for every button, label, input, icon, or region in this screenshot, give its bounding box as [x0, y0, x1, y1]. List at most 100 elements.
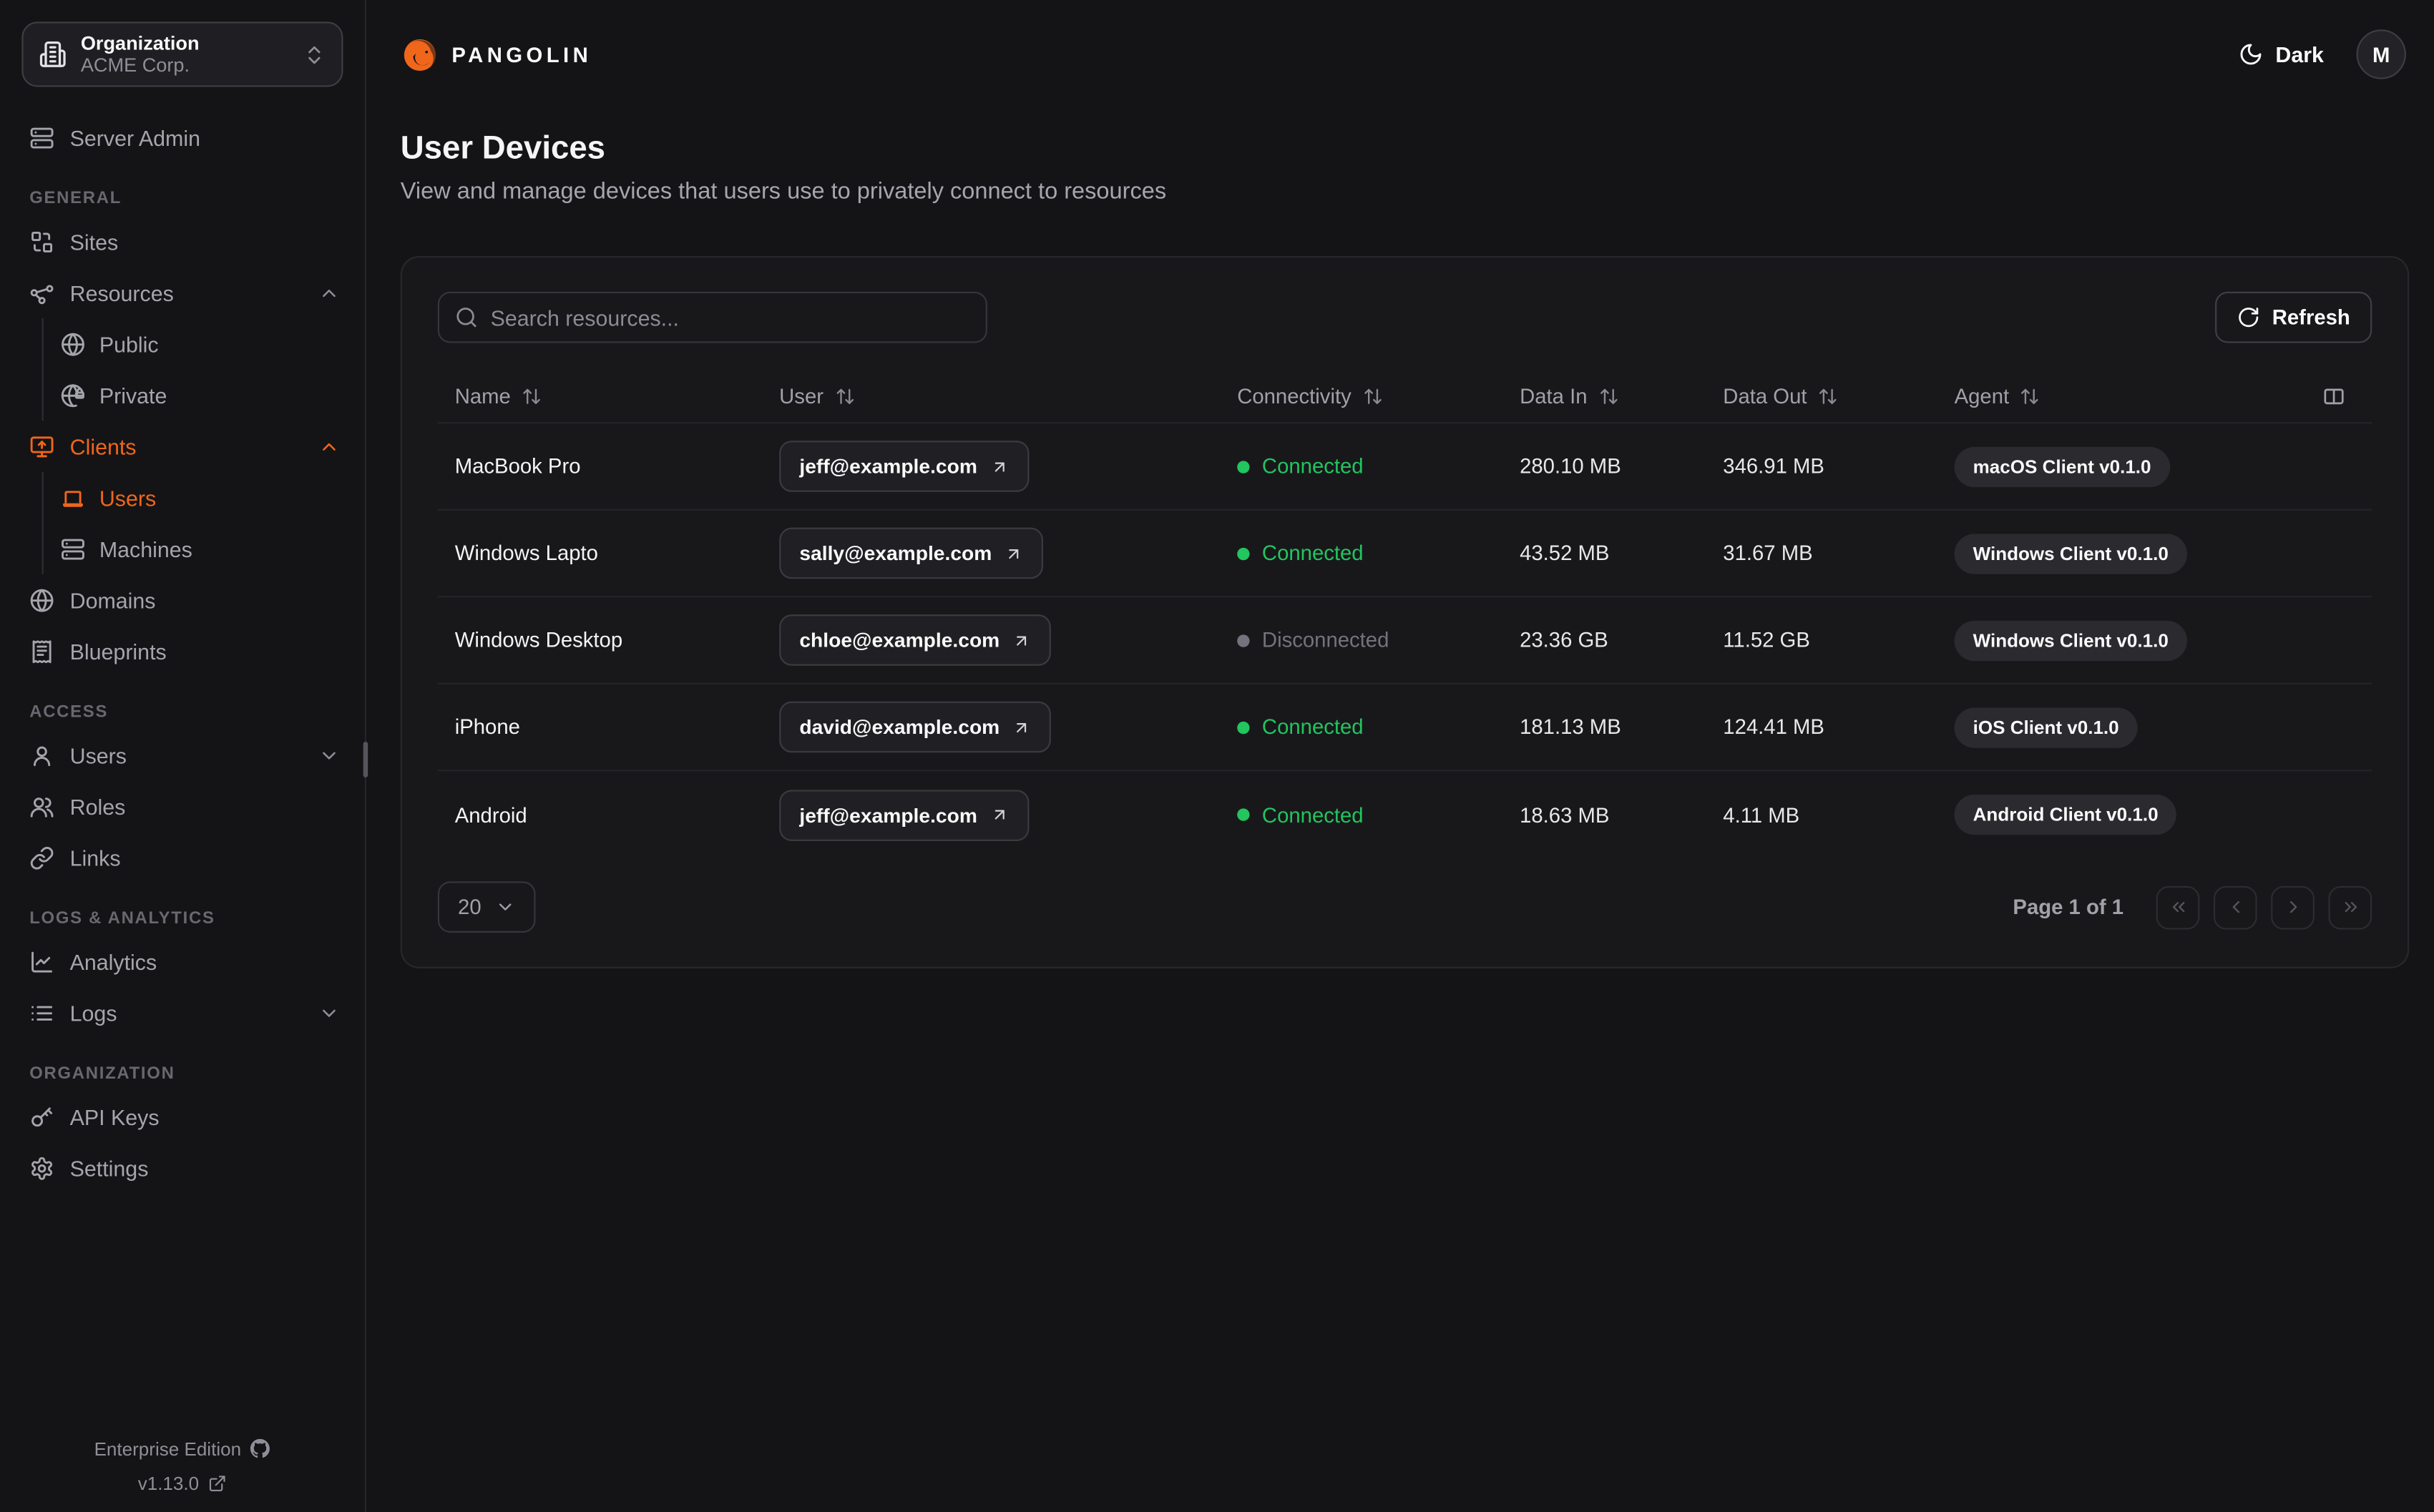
chevron-down-icon — [495, 897, 515, 917]
sidebar-item-label: Public — [99, 331, 159, 356]
sort-icon — [1598, 386, 1618, 406]
user-link-button[interactable]: sally@example.com — [779, 527, 1043, 579]
app-root: Organization ACME Corp. Server Admin GEN… — [0, 0, 2434, 1512]
sidebar-item-analytics[interactable]: Analytics — [29, 936, 340, 987]
status-dot — [1237, 634, 1250, 647]
avatar[interactable]: M — [2356, 29, 2406, 79]
status-dot — [1237, 460, 1250, 473]
building-icon — [39, 40, 67, 68]
column-header-data-out[interactable]: Data Out — [1706, 384, 1937, 408]
sidebar-item-links[interactable]: Links — [29, 832, 340, 883]
resources-subgroup: Public Private — [41, 318, 341, 421]
column-visibility-button[interactable] — [2315, 384, 2372, 408]
sidebar-item-label: Settings — [69, 1155, 149, 1181]
sidebar-item-domains[interactable]: Domains — [29, 574, 340, 626]
sidebar-item-roles[interactable]: Roles — [29, 780, 340, 832]
org-selector-label: Organization — [80, 31, 200, 54]
globe-lock-icon — [61, 383, 86, 408]
sidebar-item-resources[interactable]: Resources — [29, 267, 340, 318]
page-info: Page 1 of 1 — [2013, 895, 2124, 919]
search-input[interactable] — [490, 305, 971, 330]
sidebar-item-users[interactable]: Users — [29, 730, 340, 781]
sidebar-item-clients-users[interactable]: Users — [61, 472, 341, 524]
column-header-agent[interactable]: Agent — [1937, 384, 2315, 408]
device-name: Android — [454, 802, 527, 827]
chevron-up-icon — [318, 282, 340, 303]
user-link-button[interactable]: david@example.com — [779, 701, 1051, 753]
arrow-up-right-icon — [1017, 635, 1027, 645]
agent-badge: Windows Client v0.1.0 — [1954, 619, 2187, 661]
connectivity-status: Disconnected — [1237, 629, 1502, 652]
arrow-up-right-icon — [1017, 722, 1027, 732]
waypoints-icon — [29, 280, 54, 305]
connectivity-status: Connected — [1237, 715, 1502, 739]
user-link-button[interactable]: jeff@example.com — [779, 441, 1029, 492]
sidebar-item-label: Server Admin — [69, 124, 200, 150]
sidebar-footer: Enterprise Edition v1.13.0 — [0, 1438, 365, 1512]
devices-table: Name User Connectivity Data In Data Out … — [437, 369, 2372, 858]
sidebar-item-label: Machines — [99, 536, 192, 561]
server-icon — [61, 536, 86, 561]
first-page-button[interactable] — [2156, 885, 2200, 929]
page-size-select[interactable]: 20 — [437, 881, 536, 933]
gear-icon — [29, 1155, 54, 1180]
section-label-access: ACCESS — [29, 702, 109, 722]
sidebar-item-label: Clients — [69, 433, 137, 459]
laptop-icon — [61, 485, 86, 510]
status-dot — [1237, 546, 1250, 560]
section-label-logs-analytics: LOGS & ANALYTICS — [29, 909, 215, 928]
page-subtitle: View and manage devices that users use t… — [400, 178, 1167, 205]
sidebar-item-server-admin[interactable]: Server Admin — [29, 112, 340, 163]
previous-page-button[interactable] — [2213, 885, 2257, 929]
user-icon — [29, 742, 54, 767]
column-header-name[interactable]: Name — [438, 384, 762, 408]
column-header-user[interactable]: User — [762, 384, 1220, 408]
data-out-value: 4.11 MB — [1723, 802, 1800, 827]
globe-icon — [29, 587, 54, 612]
data-out-value: 124.41 MB — [1723, 715, 1824, 739]
link-icon — [29, 845, 54, 870]
org-selector-value: ACME Corp. — [80, 54, 190, 77]
data-in-value: 23.36 GB — [1520, 628, 1608, 652]
chart-line-icon — [29, 949, 54, 974]
last-page-button[interactable] — [2328, 885, 2372, 929]
sidebar-item-settings[interactable]: Settings — [29, 1142, 340, 1194]
sidebar-item-label: API Keys — [69, 1104, 160, 1129]
list-icon — [29, 1000, 54, 1025]
external-link-icon[interactable] — [208, 1473, 227, 1492]
main-area: PANGOLIN Dark M User Devices View and ma… — [366, 0, 2434, 1512]
connectivity-status: Connected — [1237, 803, 1502, 826]
chevron-down-icon — [318, 744, 340, 765]
column-header-connectivity[interactable]: Connectivity — [1220, 384, 1502, 408]
refresh-button[interactable]: Refresh — [2214, 291, 2372, 343]
theme-toggle[interactable]: Dark — [2238, 42, 2324, 67]
sidebar-nav: Server Admin GENERAL Sites Resources Pub… — [0, 109, 365, 1438]
version-label: v1.13.0 — [137, 1471, 200, 1494]
brand[interactable]: PANGOLIN — [401, 35, 592, 74]
brand-name: PANGOLIN — [451, 42, 592, 67]
column-header-data-in[interactable]: Data In — [1502, 384, 1706, 408]
sidebar-item-private[interactable]: Private — [61, 369, 341, 421]
user-link-button[interactable]: chloe@example.com — [779, 614, 1051, 666]
sidebar-item-public[interactable]: Public — [61, 318, 341, 370]
next-page-button[interactable] — [2271, 885, 2315, 929]
data-out-value: 11.52 GB — [1723, 628, 1810, 652]
sidebar-item-logs[interactable]: Logs — [29, 987, 340, 1039]
toolbar: Refresh — [437, 291, 2372, 343]
github-icon[interactable] — [250, 1438, 270, 1458]
sidebar-item-label: Roles — [69, 793, 126, 819]
key-icon — [29, 1104, 54, 1129]
data-out-value: 346.91 MB — [1723, 454, 1824, 478]
org-selector[interactable]: Organization ACME Corp. — [21, 21, 343, 87]
sidebar-item-label: Analytics — [69, 948, 157, 974]
sidebar-item-blueprints[interactable]: Blueprints — [29, 625, 340, 677]
connectivity-status: Connected — [1237, 541, 1502, 565]
status-dot — [1237, 808, 1250, 821]
user-link-button[interactable]: jeff@example.com — [779, 789, 1029, 840]
arrow-up-right-icon — [994, 461, 1004, 471]
sidebar-item-machines[interactable]: Machines — [61, 523, 341, 574]
search-box — [437, 291, 987, 343]
sidebar-item-clients[interactable]: Clients — [29, 421, 340, 472]
sidebar-item-sites[interactable]: Sites — [29, 216, 340, 267]
sidebar-item-api-keys[interactable]: API Keys — [29, 1091, 340, 1142]
